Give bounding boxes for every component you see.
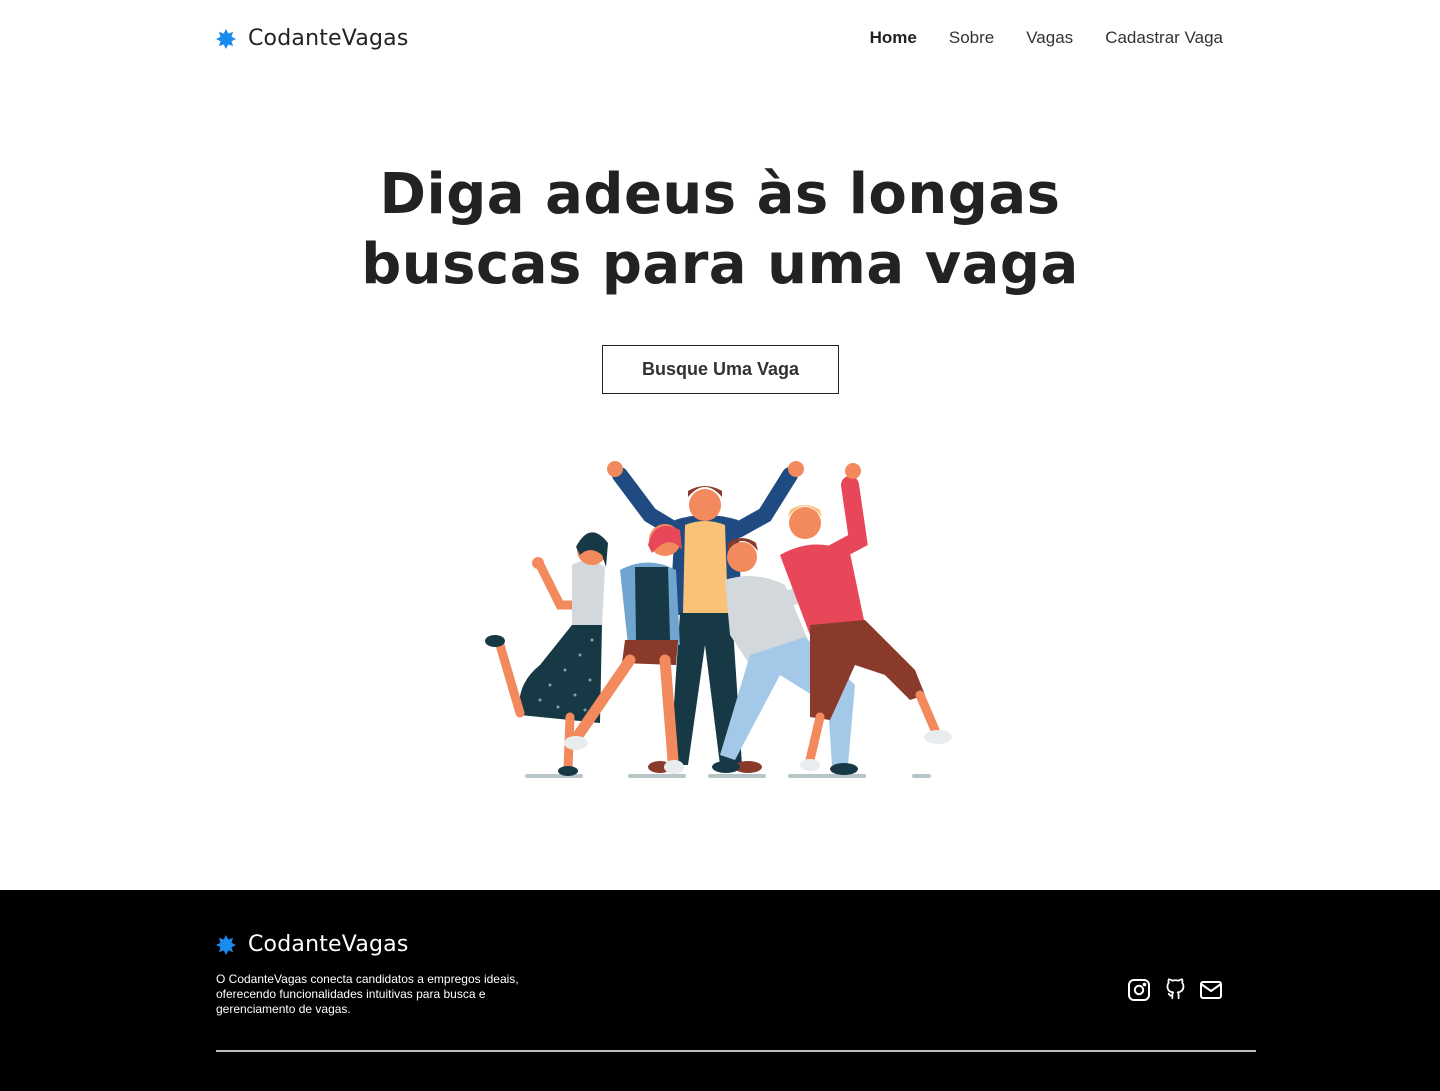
person-left bbox=[485, 532, 608, 776]
nav-home[interactable]: Home bbox=[870, 28, 917, 48]
hero-title-line-1: Diga adeus às longas bbox=[379, 162, 1061, 227]
nav-vagas[interactable]: Vagas bbox=[1026, 28, 1073, 48]
social-links bbox=[1127, 978, 1223, 1002]
person-red-hoodie bbox=[780, 463, 952, 771]
github-icon[interactable] bbox=[1163, 978, 1187, 1002]
star-badge-icon bbox=[216, 934, 236, 955]
nav-cadastrar-vaga[interactable]: Cadastrar Vaga bbox=[1105, 28, 1223, 48]
brand-name: CodanteVagas bbox=[248, 26, 409, 51]
instagram-icon[interactable] bbox=[1127, 978, 1151, 1002]
site-header: CodanteVagas Home Sobre Vagas Cadastrar … bbox=[0, 0, 1440, 80]
footer-description: O CodanteVagas conecta candidatos a empr… bbox=[216, 972, 519, 1016]
footer-brand-logo[interactable]: CodanteVagas bbox=[216, 932, 409, 957]
hero-title-line-2: buscas para uma vaga bbox=[361, 232, 1079, 297]
hero-title: Diga adeus às longas buscas para uma vag… bbox=[0, 160, 1440, 300]
mail-icon[interactable] bbox=[1199, 978, 1223, 1002]
brand-logo[interactable]: CodanteVagas bbox=[216, 26, 409, 51]
star-badge-icon bbox=[216, 28, 236, 49]
footer-brand-name: CodanteVagas bbox=[248, 932, 409, 957]
main-nav: Home Sobre Vagas Cadastrar Vaga bbox=[870, 28, 1223, 48]
site-footer: CodanteVagas O CodanteVagas conecta cand… bbox=[0, 890, 1440, 1091]
search-job-button[interactable]: Busque Uma Vaga bbox=[602, 345, 839, 394]
footer-divider bbox=[216, 1050, 1256, 1052]
happy-people-illustration bbox=[485, 461, 952, 778]
nav-sobre[interactable]: Sobre bbox=[949, 28, 994, 48]
